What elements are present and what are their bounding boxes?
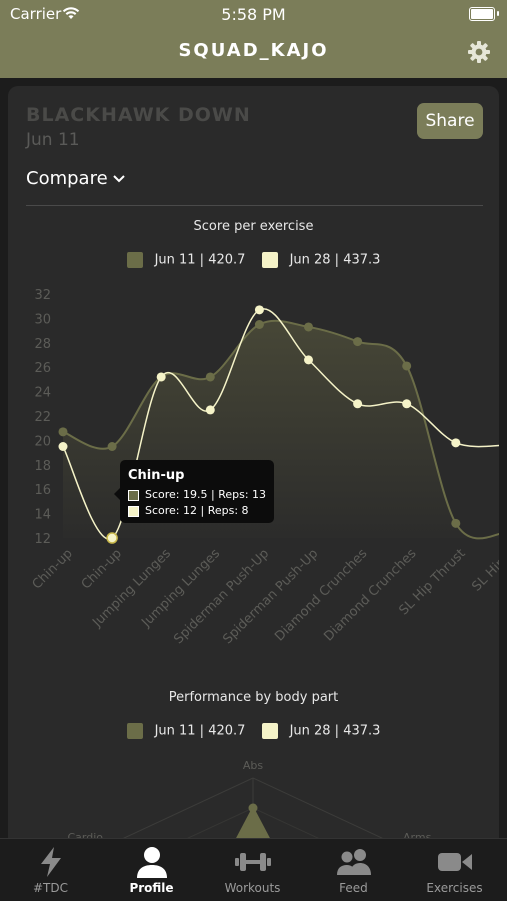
series-b-point: [353, 399, 363, 409]
series-b-point: [402, 399, 412, 409]
x-tick-label: SL Hip T: [469, 546, 499, 594]
video-camera-icon: [404, 845, 505, 879]
tab-profile[interactable]: Profile: [101, 839, 202, 901]
y-tick-label: 16: [34, 483, 51, 498]
series-b-point: [205, 405, 215, 415]
workout-card: BLACKHAWK DOWN Jun 11 Share Compare Scor…: [8, 86, 499, 846]
y-tick-label: 12: [34, 532, 51, 547]
series-a-point: [304, 322, 313, 332]
dumbbell-icon: [202, 845, 303, 879]
series-a-point: [205, 372, 215, 382]
x-tick-label: Chin-up: [30, 546, 76, 592]
series-b-point: [106, 532, 118, 544]
y-tick-label: 22: [34, 410, 51, 425]
page-title: SQUAD_KAJO: [178, 40, 329, 61]
gear-icon[interactable]: [467, 40, 491, 68]
y-tick-label: 30: [34, 312, 51, 327]
tab-workouts[interactable]: Workouts: [202, 839, 303, 901]
tab-label: Exercises: [426, 881, 483, 895]
tab-label: #TDC: [32, 881, 68, 895]
series-b-point: [451, 438, 461, 448]
chart-title-body: Performance by body part: [168, 690, 339, 705]
series-a-point: [58, 427, 68, 437]
clock: 5:58 PM: [221, 5, 286, 24]
tab-label: Workouts: [224, 881, 281, 895]
x-tick-label: Diamond Crunches: [272, 546, 370, 644]
tooltip-title: Chin-up: [128, 468, 185, 483]
y-tick-label: 18: [34, 459, 51, 474]
x-tick-label: Spiderman Push-Up: [220, 546, 321, 647]
x-tick-label: Chin-up: [79, 546, 125, 592]
tooltip-line-a: Score: 19.5 | Reps: 13: [128, 488, 266, 501]
y-tick-label: 20: [34, 434, 51, 449]
tab-label: Profile: [129, 881, 174, 895]
bolt-icon: [0, 845, 101, 879]
radar-grid: [106, 777, 400, 846]
chart-legend-body: Jun 11 | 420.7 Jun 28 | 437.3: [8, 723, 499, 739]
people-icon: [303, 845, 404, 879]
tooltip-line-b: Score: 12 | Reps: 8: [128, 504, 249, 517]
y-tick-label: 14: [34, 508, 51, 523]
x-tick-label: Diamond Crunches: [321, 546, 419, 644]
legend-item-a[interactable]: Jun 11 | 420.7: [126, 723, 246, 739]
legend-swatch-b: [261, 723, 278, 739]
series-b-point: [304, 355, 313, 365]
y-tick-label: 28: [34, 337, 51, 352]
tab-label: Feed: [339, 881, 368, 895]
series-a-point: [107, 442, 117, 451]
status-bar: Carrier 5:58 PM: [0, 0, 507, 30]
tab-tdc[interactable]: #TDC: [0, 839, 101, 901]
tab-feed[interactable]: Feed: [303, 839, 404, 901]
series-b-point: [156, 372, 166, 382]
series-b-point: [58, 442, 68, 451]
legend-label-a: Jun 11 | 420.7: [154, 723, 246, 739]
tab-exercises[interactable]: Exercises: [404, 839, 505, 901]
series-a-point: [254, 320, 264, 329]
legend-swatch-a: [126, 723, 143, 739]
radar-series-a-point: [248, 803, 258, 813]
radar-axis-label: Abs: [243, 759, 264, 772]
y-tick-label: 24: [34, 386, 51, 401]
chart-tooltip: Chin-up Score: 19.5 | Reps: 13 Score: 12…: [114, 460, 274, 523]
tooltip-swatch-a: [128, 489, 139, 501]
tooltip-swatch-b: [128, 505, 139, 517]
legend-label-b: Jun 28 | 437.3: [289, 723, 381, 739]
series-a-point: [451, 518, 461, 528]
y-tick-label: 26: [34, 361, 51, 376]
tooltip-text-a: Score: 19.5 | Reps: 13: [145, 488, 267, 501]
series-a-point: [402, 361, 412, 371]
y-tick-label: 32: [34, 288, 51, 303]
series-a-point: [353, 337, 363, 347]
legend-item-b[interactable]: Jun 28 | 437.3: [261, 723, 381, 739]
score-line-chart: 3230282624222018161412Chin-up Chin-upJump…: [30, 288, 499, 647]
tooltip-text-b: Score: 12 | Reps: 8: [145, 504, 249, 517]
person-icon: [101, 845, 202, 879]
battery-icon: [469, 7, 499, 21]
nav-bar: SQUAD_KAJO: [0, 30, 507, 78]
x-tick-label: Spiderman Push-Up: [171, 546, 272, 647]
tab-bar: #TDC Profile Workouts Feed Exercises: [0, 838, 507, 901]
series-b-point: [254, 305, 264, 315]
